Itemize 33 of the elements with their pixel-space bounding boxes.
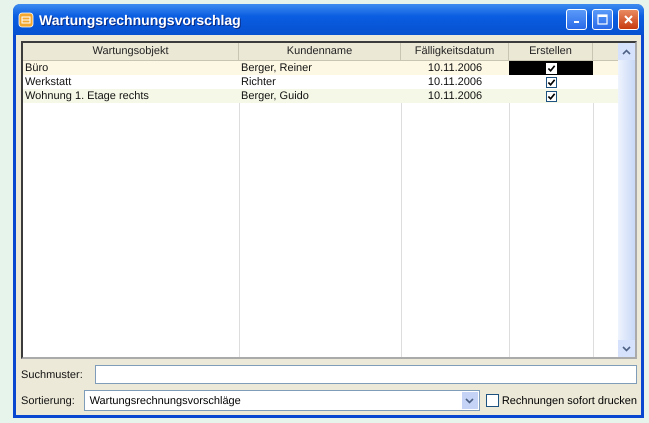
column-header[interactable]: Erstellen	[509, 43, 593, 60]
checkbox[interactable]	[546, 76, 556, 88]
table-cell-text: Wohnung 1. Etage rechts	[24, 89, 150, 103]
maximize-button[interactable]	[592, 9, 613, 30]
checkbox[interactable]	[486, 394, 499, 407]
table-cell-text: Richter	[240, 75, 277, 89]
column-header[interactable]: Kundenname	[239, 43, 401, 60]
window-title: Wartungsrechnungsvorschlag	[39, 12, 242, 28]
checkbox[interactable]	[546, 90, 556, 102]
table-cell-text: Berger, Guido	[240, 89, 310, 103]
scroll-up-button[interactable]	[618, 43, 635, 60]
table-cell-text: Berger, Reiner	[240, 61, 313, 75]
chevron-up-icon	[622, 48, 631, 54]
caret-icon	[465, 398, 474, 404]
table-cell-text: 10.11.2006	[426, 61, 484, 75]
field-label: Suchmuster:	[21, 368, 84, 380]
table-cell-text: 10.11.2006	[426, 89, 484, 103]
maximize-icon	[597, 14, 608, 25]
minimize-button[interactable]	[566, 9, 587, 30]
column-header[interactable]: Fälligkeitsdatum	[401, 43, 509, 60]
column-header[interactable]: Wartungsobjekt	[23, 43, 239, 60]
search-field[interactable]	[95, 365, 637, 384]
window-icon	[18, 12, 34, 28]
field-label: Sortierung:	[21, 394, 76, 406]
sort-dropdown[interactable]: Wartungsrechnungsvorschläge	[84, 390, 480, 411]
close-icon	[623, 14, 634, 25]
chevron-down-icon	[622, 346, 631, 352]
table-cell-text: 10.11.2006	[426, 75, 484, 89]
table-cell-text: Werkstatt	[24, 75, 72, 89]
close-button[interactable]	[618, 9, 639, 30]
scroll-down-button[interactable]	[618, 340, 635, 357]
print-checkbox[interactable]: Rechnungen sofort drucken	[486, 394, 637, 407]
table-cell-text: Büro	[24, 61, 50, 75]
